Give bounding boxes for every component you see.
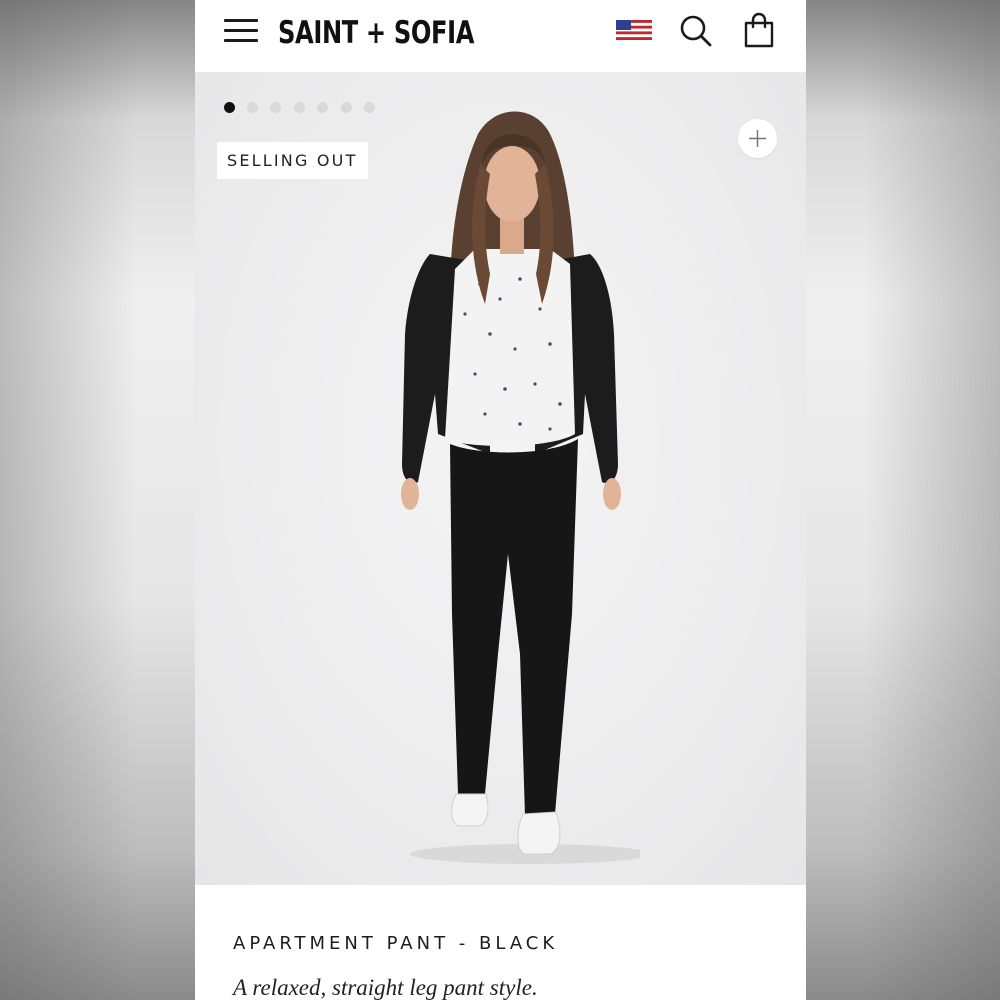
product-model-photo: [401, 111, 640, 864]
zoom-button[interactable]: [738, 119, 777, 158]
plus-icon: [749, 130, 766, 147]
backdrop-right: [806, 0, 1000, 1000]
product-image-gallery[interactable]: SELLING OUT: [195, 72, 806, 885]
gallery-dot[interactable]: [317, 102, 328, 113]
backdrop-left: [0, 0, 195, 1000]
shopping-bag-icon[interactable]: [743, 12, 775, 48]
gallery-dot[interactable]: [294, 102, 305, 113]
search-icon[interactable]: [679, 14, 713, 48]
gallery-dot[interactable]: [247, 102, 258, 113]
product-info: APARTMENT PANT - BLACK A relaxed, straig…: [195, 885, 806, 1000]
site-header: SAINT + SOFIA: [195, 0, 806, 72]
brand-logo[interactable]: SAINT + SOFIA: [278, 8, 474, 58]
gallery-dot[interactable]: [224, 102, 235, 113]
gallery-dot[interactable]: [341, 102, 352, 113]
gallery-dot[interactable]: [270, 102, 281, 113]
gallery-dot[interactable]: [364, 102, 375, 113]
us-flag-icon[interactable]: [616, 20, 652, 40]
mobile-page: SAINT + SOFIA SELLING OUT APARTMENT PANT…: [195, 0, 806, 1000]
product-description: A relaxed, straight leg pant style.: [233, 975, 538, 1000]
hamburger-menu-icon[interactable]: [224, 16, 260, 46]
selling-out-badge: SELLING OUT: [217, 142, 368, 179]
product-title: APARTMENT PANT - BLACK: [233, 933, 559, 954]
